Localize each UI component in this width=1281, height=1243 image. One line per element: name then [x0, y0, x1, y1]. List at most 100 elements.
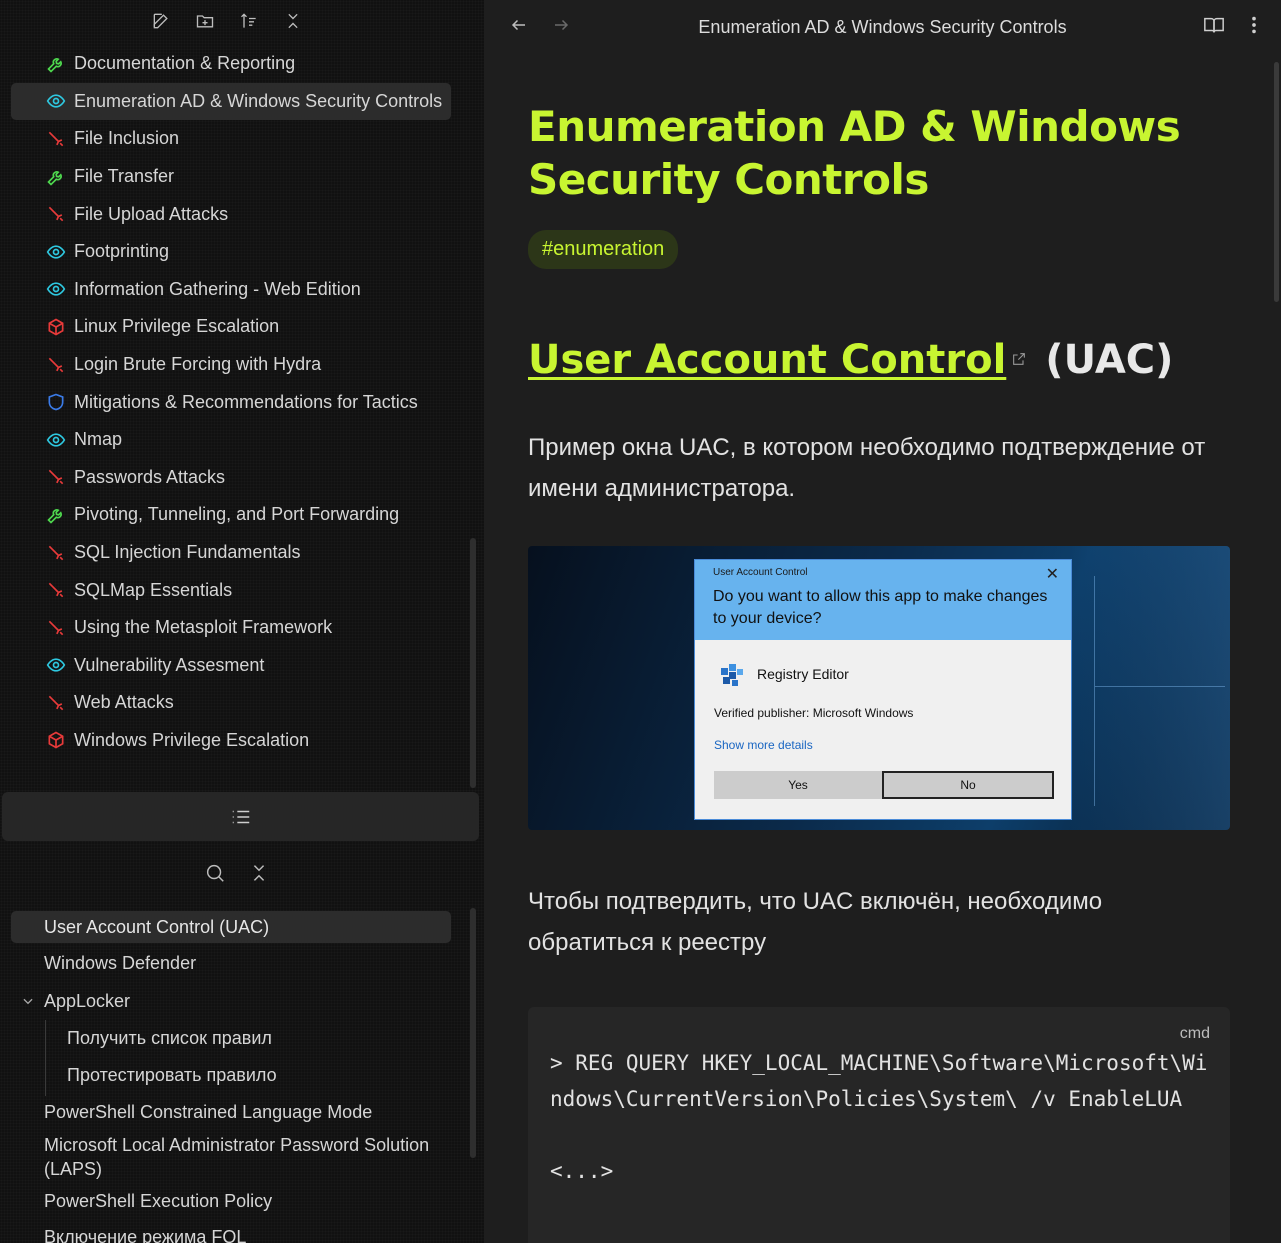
sword-icon	[45, 617, 67, 639]
note-content: Enumeration AD & Windows Security Contro…	[528, 100, 1230, 1243]
eye-icon	[45, 654, 67, 676]
outline-scrollbar[interactable]	[470, 908, 476, 1158]
more-options-icon[interactable]	[1243, 14, 1265, 36]
file-item-label: Information Gathering - Web Edition	[74, 278, 361, 299]
file-item[interactable]: Information Gathering - Web Edition	[11, 271, 451, 309]
file-item[interactable]: SQL Injection Fundamentals	[11, 534, 451, 572]
tag-enumeration[interactable]: #enumeration	[528, 230, 679, 269]
close-icon: ✕	[1045, 566, 1059, 583]
windows-logo-lines	[1094, 576, 1225, 806]
outline-item-defender[interactable]: Windows Defender	[11, 943, 451, 983]
outline-list: User Account Control (UAC) Windows Defen…	[11, 911, 451, 1243]
eye-icon	[45, 429, 67, 451]
search-icon[interactable]	[204, 862, 226, 884]
wrench-icon	[45, 504, 67, 526]
file-item-label: Passwords Attacks	[74, 466, 226, 487]
outline-item-clm[interactable]: PowerShell Constrained Language Mode	[11, 1093, 451, 1131]
file-item-label: File Inclusion	[74, 128, 180, 149]
outline-item-test-rule[interactable]: Протестировать правило	[11, 1057, 451, 1093]
view-actions	[1203, 14, 1265, 36]
note-scrollbar[interactable]	[1274, 62, 1279, 302]
heading-uac-suffix: (UAC)	[1045, 337, 1174, 383]
file-item[interactable]: File Upload Attacks	[11, 195, 451, 233]
file-item[interactable]: SQLMap Essentials	[11, 571, 451, 609]
file-item-label: File Transfer	[74, 166, 175, 187]
file-item[interactable]: Using the Metasploit Framework	[11, 609, 451, 647]
view-header-title[interactable]: Enumeration AD & Windows Security Contro…	[484, 17, 1281, 38]
file-item[interactable]: Nmap	[11, 421, 451, 459]
file-item-label: Login Brute Forcing with Hydra	[74, 354, 322, 375]
collapse-all-icon[interactable]	[282, 10, 304, 32]
file-list: Documentation & Reporting Enumeration AD …	[11, 45, 451, 759]
file-item[interactable]: File Inclusion	[11, 120, 451, 158]
file-item-label: Pivoting, Tunneling, and Port Forwarding	[74, 504, 400, 525]
cube-icon	[45, 729, 67, 751]
outline-item-laps[interactable]: Microsoft Local Administrator Password S…	[11, 1131, 451, 1183]
eye-icon	[45, 278, 67, 300]
outline-item-execution-policy[interactable]: PowerShell Execution Policy	[11, 1183, 451, 1219]
uac-dialog-header: User Account Control Do you want to allo…	[695, 560, 1071, 640]
registry-editor-icon	[721, 664, 743, 686]
code-language-label: cmd	[1179, 1025, 1210, 1042]
file-item-label: File Upload Attacks	[74, 203, 229, 224]
cube-icon	[45, 316, 67, 338]
outline-item-fql[interactable]: Включение режима FQL	[11, 1219, 451, 1243]
uac-show-more: Show more details	[714, 738, 813, 752]
sword-icon	[45, 466, 67, 488]
file-item[interactable]: Mitigations & Recommendations for Tactic…	[11, 383, 451, 421]
outline-item-uac[interactable]: User Account Control (UAC)	[11, 911, 451, 943]
file-item[interactable]: Linux Privilege Escalation	[11, 308, 451, 346]
uac-yes-button: Yes	[714, 771, 882, 799]
wrench-icon	[45, 166, 67, 188]
file-explorer-toolbar	[150, 10, 304, 32]
file-item-label: Enumeration AD & Windows Security Contro…	[74, 90, 443, 111]
file-item-label: Linux Privilege Escalation	[74, 316, 280, 337]
heading-uac: User Account Control (UAC)	[528, 337, 1230, 383]
outline-tab[interactable]	[2, 792, 479, 841]
file-item[interactable]: Footprinting	[11, 233, 451, 271]
file-item[interactable]: Login Brute Forcing with Hydra	[11, 346, 451, 384]
new-folder-icon[interactable]	[194, 10, 216, 32]
file-item[interactable]: Pivoting, Tunneling, and Port Forwarding	[11, 496, 451, 534]
file-item[interactable]: File Transfer	[11, 158, 451, 196]
new-note-icon[interactable]	[150, 10, 172, 32]
uac-external-link[interactable]: User Account Control	[528, 337, 1006, 383]
eye-icon	[45, 90, 67, 112]
file-list-scrollbar[interactable]	[470, 538, 476, 788]
reading-view-book-icon[interactable]	[1203, 14, 1225, 36]
list-icon	[232, 810, 249, 823]
file-item[interactable]: Vulnerability Assesment	[11, 647, 451, 685]
uac-app-name: Registry Editor	[757, 666, 849, 682]
chevron-down-icon[interactable]	[21, 994, 35, 1008]
uac-app-row: Registry Editor	[695, 640, 1071, 688]
sword-icon	[45, 354, 67, 376]
sword-icon	[45, 692, 67, 714]
file-item-label: Vulnerability Assesment	[74, 654, 265, 675]
file-item-label: Using the Metasploit Framework	[74, 617, 333, 638]
collapse-outline-icon[interactable]	[248, 862, 270, 884]
file-item[interactable]: Enumeration AD & Windows Security Contro…	[11, 82, 451, 121]
left-sidebar: Documentation & Reporting Enumeration AD …	[0, 0, 484, 1243]
file-item-label: SQL Injection Fundamentals	[74, 542, 301, 563]
file-item-label: Footprinting	[74, 241, 170, 262]
file-item[interactable]: Web Attacks	[11, 684, 451, 722]
sort-icon[interactable]	[238, 10, 260, 32]
uac-caption: User Account Control	[713, 567, 808, 578]
uac-no-button: No	[882, 771, 1054, 799]
note-view: Enumeration AD & Windows Security Contro…	[484, 0, 1281, 1243]
code-block[interactable]: cmd > REG QUERY HKEY_LOCAL_MACHINE\Softw…	[528, 1007, 1230, 1243]
shield-icon	[45, 391, 67, 413]
file-item[interactable]: Windows Privilege Escalation	[11, 722, 451, 760]
outline-item-get-rules[interactable]: Получить список правил	[11, 1019, 451, 1057]
uac-question: Do you want to allow this app to make ch…	[713, 588, 1048, 627]
file-item-label: SQLMap Essentials	[74, 579, 233, 600]
code-content[interactable]: > REG QUERY HKEY_LOCAL_MACHINE\Software\…	[550, 1045, 1208, 1189]
file-item[interactable]: Passwords Attacks	[11, 459, 451, 497]
file-item[interactable]: Documentation & Reporting	[11, 45, 451, 83]
file-item-label: Windows Privilege Escalation	[74, 729, 310, 750]
wrench-icon	[45, 53, 67, 75]
uac-dialog: User Account Control Do you want to allo…	[694, 559, 1072, 820]
outline-item-applocker[interactable]: AppLocker	[11, 983, 451, 1019]
paragraph-uac-example: Пример окна UAC, в котором необходимо по…	[528, 434, 1206, 502]
sword-icon	[45, 203, 67, 225]
